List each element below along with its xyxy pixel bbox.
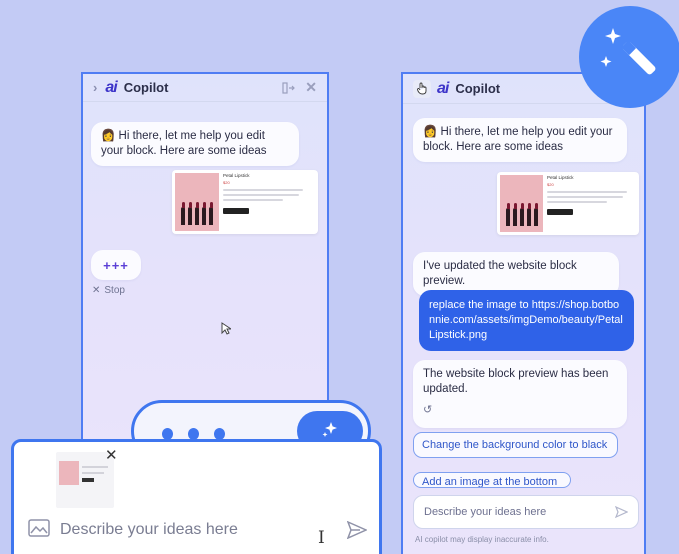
panel-title: Copilot — [123, 80, 169, 95]
refresh-icon[interactable]: ↺ — [423, 403, 432, 418]
close-icon: ✕ — [92, 285, 101, 296]
assistant-greeting: 👩 Hi there, let me help you edit your bl… — [413, 118, 627, 162]
zoomed-chat-input: ✕ Describe your ideas here I — [11, 439, 382, 554]
preview-title: Petal Lipstick — [223, 173, 250, 178]
magic-wand-icon — [599, 24, 661, 91]
chat-input-placeholder: Describe your ideas here — [424, 506, 547, 518]
product-image — [500, 175, 543, 232]
text-cursor-icon: I — [318, 528, 325, 548]
stop-label: Stop — [104, 285, 125, 296]
send-icon[interactable] — [615, 506, 628, 518]
disclaimer: AI copilot may display inaccurate info. — [415, 535, 549, 544]
magic-wand-badge — [579, 6, 679, 108]
assistant-message: The website block preview has been updat… — [413, 360, 627, 428]
panel-title: Copilot — [455, 81, 501, 96]
suggestion-chip[interactable]: Add an image at the bottom — [413, 472, 571, 488]
copilot-logo: ai — [105, 78, 117, 96]
close-icon[interactable]: ✕ — [105, 446, 118, 464]
zoomed-input-placeholder[interactable]: Describe your ideas here — [60, 521, 238, 539]
user-message: replace the image to https://shop.botbon… — [419, 290, 634, 351]
chat-input[interactable]: Describe your ideas here — [413, 495, 639, 529]
preview-price: $20 — [223, 180, 230, 185]
preview-buy-button — [547, 209, 573, 215]
assistant-message-text: The website block preview has been updat… — [423, 368, 609, 395]
assistant-greeting: 👩 Hi there, let me help you edit your bl… — [91, 122, 299, 166]
preview-title: Petal Lipstick — [547, 175, 574, 180]
product-image — [175, 173, 219, 231]
loading-indicator: +++ — [91, 250, 141, 280]
close-icon[interactable]: ✕ — [305, 79, 317, 96]
website-block-preview[interactable]: Petal Lipstick $20 — [172, 170, 318, 234]
image-icon[interactable] — [28, 519, 50, 537]
send-icon[interactable] — [347, 521, 367, 539]
arrow-cursor-icon — [221, 322, 233, 340]
copilot-logo: ai — [437, 79, 449, 97]
copilot-panel-right: ai Copilot 👩 Hi there, let me help you e… — [401, 72, 646, 554]
suggestion-chip[interactable]: Change the background color to black — [413, 432, 618, 458]
panel-header: › ai Copilot ✕ — [83, 74, 327, 102]
website-block-preview[interactable]: Petal Lipstick $20 — [497, 172, 639, 235]
hand-cursor-icon[interactable] — [413, 79, 431, 98]
stop-button[interactable]: ✕ Stop — [92, 285, 125, 296]
chevron-right-icon[interactable]: › — [93, 80, 97, 95]
loading-dots: +++ — [103, 257, 129, 273]
preview-buy-button — [223, 208, 249, 214]
preview-price: $20 — [547, 182, 554, 187]
collapse-panel-icon[interactable] — [282, 81, 296, 94]
